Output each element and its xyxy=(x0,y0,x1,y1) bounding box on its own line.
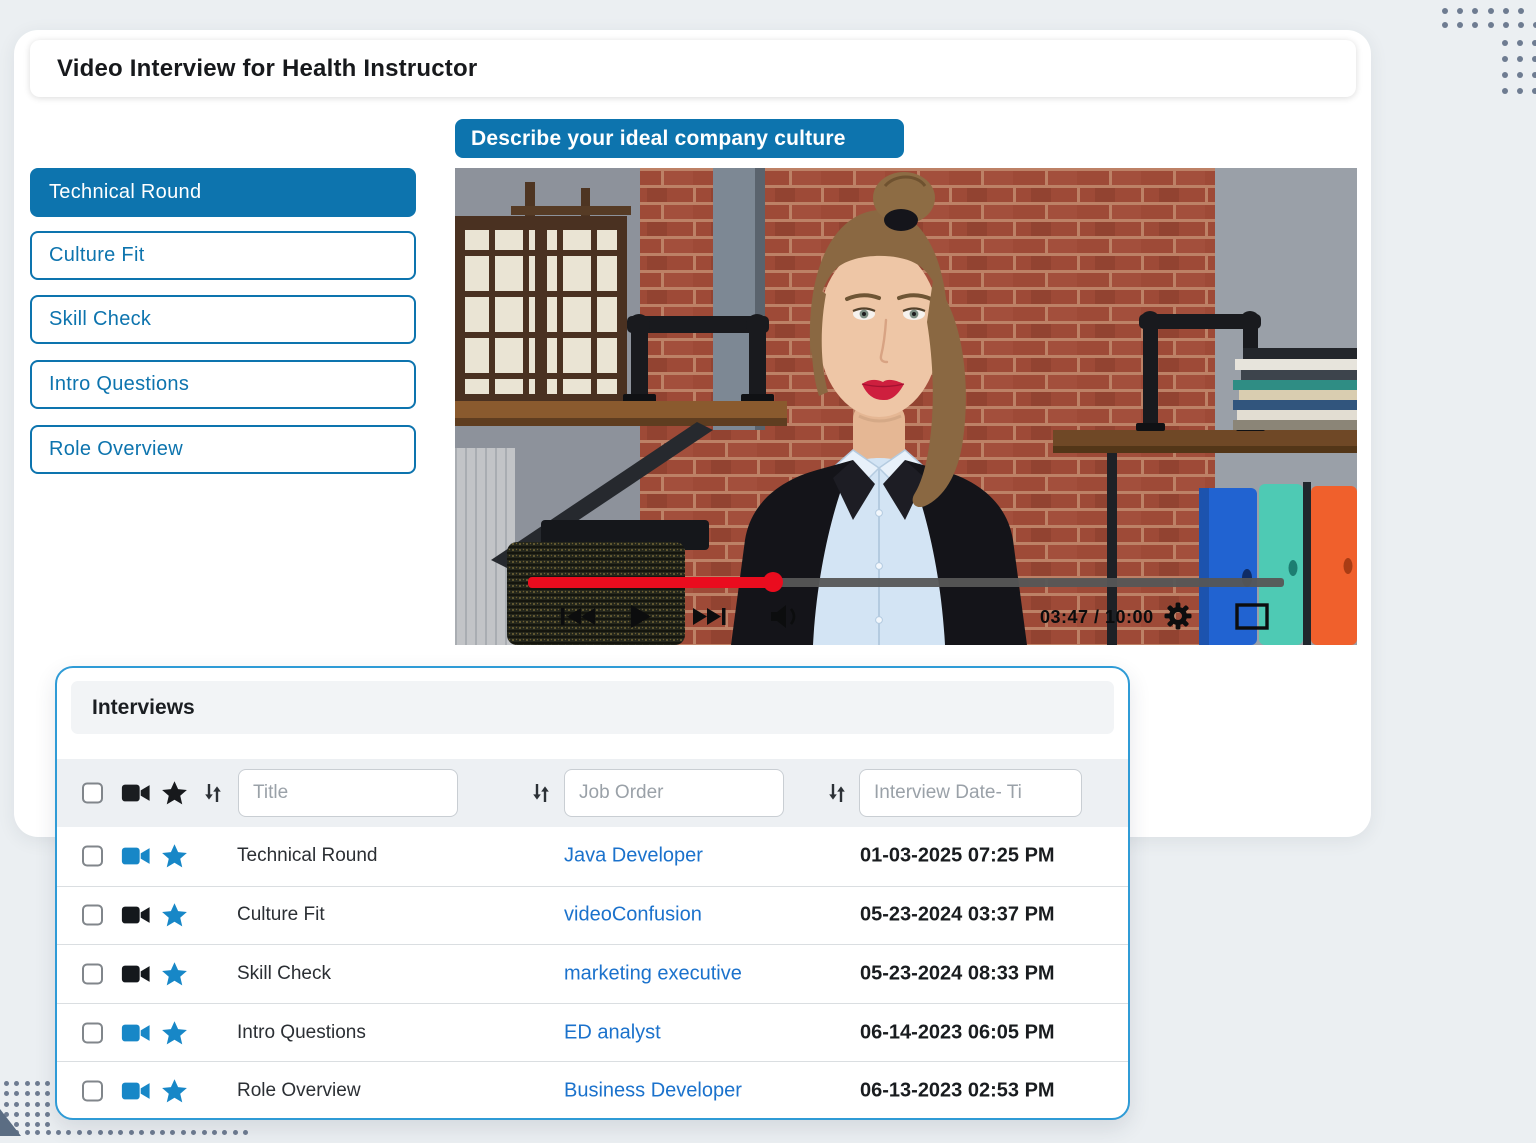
interview-title: Technical Round xyxy=(237,845,377,867)
interview-row: Culture Fit videoConfusion 05-23-2024 03… xyxy=(57,886,1128,945)
interview-date: 06-13-2023 02:53 PM xyxy=(860,1080,1055,1103)
sort-job-order-icon[interactable] xyxy=(531,781,551,806)
job-order-link[interactable]: videoConfusion xyxy=(564,904,702,927)
camera-column-icon xyxy=(121,782,151,805)
time-display: 03:47 / 10:00 xyxy=(1040,607,1154,627)
interview-title: Role Overview xyxy=(237,1080,361,1102)
interview-row: Technical Round Java Developer 01-03-202… xyxy=(57,827,1128,886)
interview-title: Skill Check xyxy=(237,963,331,985)
interview-date: 06-14-2023 06:05 PM xyxy=(860,1021,1055,1044)
job-order-link[interactable]: marketing executive xyxy=(564,962,742,985)
interview-title: Culture Fit xyxy=(237,904,325,926)
job-order-filter-input[interactable] xyxy=(564,769,784,817)
video-canvas: 03:47 / 10:00 xyxy=(455,168,1357,645)
page-title: Video Interview for Health Instructor xyxy=(57,55,477,83)
page-title-bar: Video Interview for Health Instructor xyxy=(30,40,1356,97)
interviews-table-body: Technical Round Java Developer 01-03-202… xyxy=(57,827,1128,1118)
interview-date: 01-03-2025 07:25 PM xyxy=(860,845,1055,868)
row-checkbox[interactable] xyxy=(82,846,103,867)
interview-date: 05-23-2024 08:33 PM xyxy=(860,962,1055,985)
interview-row: Skill Check marketing executive 05-23-20… xyxy=(57,944,1128,1003)
sidebar-item-culture-fit[interactable]: Culture Fit xyxy=(30,231,416,280)
video-player[interactable]: 03:47 / 10:00 xyxy=(455,168,1357,645)
interview-date: 05-23-2024 03:37 PM xyxy=(860,904,1055,927)
sidebar-item-technical-round[interactable]: Technical Round xyxy=(30,168,416,217)
camera-icon[interactable] xyxy=(121,962,151,985)
interviews-header: Interviews xyxy=(71,681,1114,734)
select-all-checkbox[interactable] xyxy=(82,783,103,804)
app-root: Video Interview for Health Instructor Te… xyxy=(0,0,1536,1143)
job-order-link[interactable]: Java Developer xyxy=(564,845,703,868)
sort-date-icon[interactable] xyxy=(827,781,847,806)
interview-row: Role Overview Business Developer 06-13-2… xyxy=(57,1061,1128,1120)
title-filter-input[interactable] xyxy=(238,769,458,817)
progress-knob[interactable] xyxy=(763,572,783,592)
row-checkbox[interactable] xyxy=(82,1022,103,1043)
progress-filled xyxy=(528,577,773,588)
camera-icon[interactable] xyxy=(121,904,151,927)
sort-title-icon[interactable] xyxy=(203,781,223,806)
camera-icon[interactable] xyxy=(121,1021,151,1044)
sidebar-item-role-overview[interactable]: Role Overview xyxy=(30,425,416,474)
job-order-link[interactable]: Business Developer xyxy=(564,1080,742,1103)
camera-icon[interactable] xyxy=(121,845,151,868)
interviews-panel: Interviews xyxy=(55,666,1130,1120)
star-icon[interactable] xyxy=(161,902,188,929)
interview-title: Intro Questions xyxy=(237,1022,366,1044)
star-column-icon xyxy=(161,780,188,807)
sidebar-item-skill-check[interactable]: Skill Check xyxy=(30,295,416,344)
corner-triangle xyxy=(0,1109,21,1136)
star-icon[interactable] xyxy=(161,843,188,870)
star-icon[interactable] xyxy=(161,960,188,987)
star-icon[interactable] xyxy=(161,1019,188,1046)
question-badge: Describe your ideal company culture xyxy=(455,119,904,158)
table-filter-row xyxy=(57,759,1128,827)
interview-row: Intro Questions ED analyst 06-14-2023 06… xyxy=(57,1003,1128,1062)
row-checkbox[interactable] xyxy=(82,905,103,926)
row-checkbox[interactable] xyxy=(82,1081,103,1102)
star-icon[interactable] xyxy=(161,1078,188,1105)
job-order-link[interactable]: ED analyst xyxy=(564,1021,661,1044)
interview-date-filter-input[interactable] xyxy=(859,769,1082,817)
camera-icon[interactable] xyxy=(121,1080,151,1103)
row-checkbox[interactable] xyxy=(82,963,103,984)
sidebar-item-intro-questions[interactable]: Intro Questions xyxy=(30,360,416,409)
interviews-title: Interviews xyxy=(92,696,195,720)
